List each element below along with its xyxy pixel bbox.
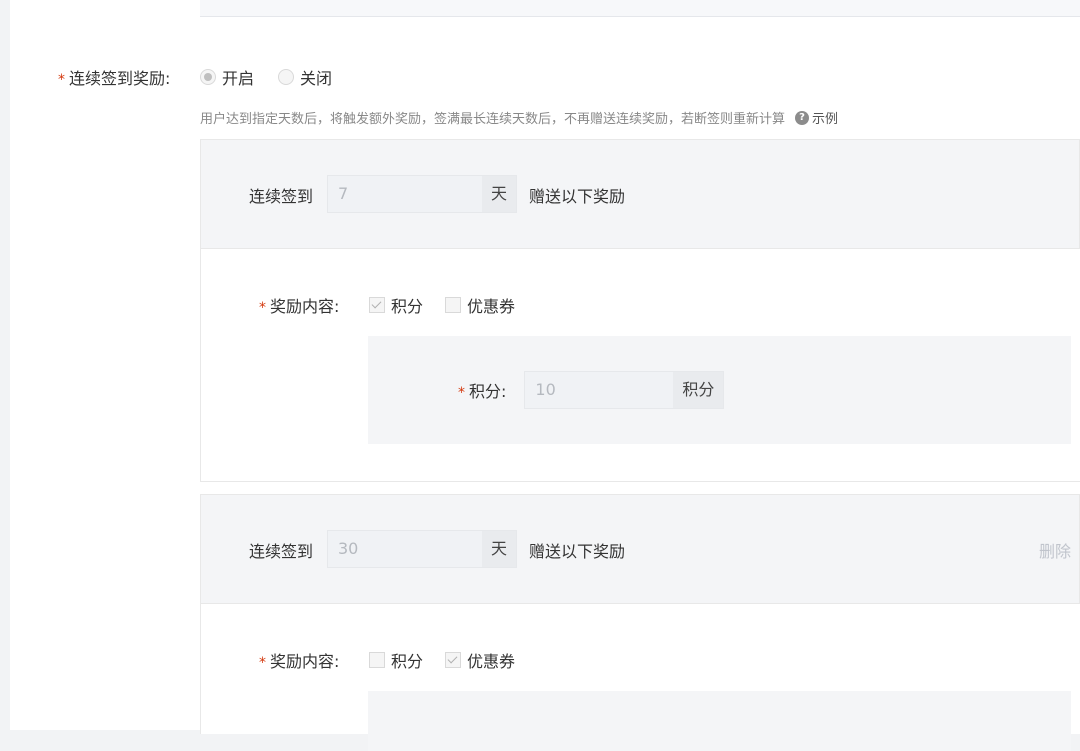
checkbox-points-box[interactable] [369,652,385,668]
required-mark: * [259,655,266,671]
radio-off[interactable]: 关闭 [278,65,332,89]
required-mark: * [259,300,266,316]
rule-prefix: 连续签到 [249,187,314,206]
checkbox-points[interactable]: 积分 [369,648,423,672]
delete-button[interactable]: 删除 [1039,538,1071,562]
radio-off-label: 关闭 [300,69,333,88]
rule-suffix: 赠送以下奖励 [529,187,626,206]
days-value[interactable]: 30 [328,531,482,567]
coupon-panel [368,691,1071,751]
days-value[interactable]: 7 [328,176,482,212]
rule-header-1: 连续签到 7 天 赠送以下奖励 [200,139,1080,249]
checkbox-coupon-box[interactable] [445,652,462,668]
radio-on[interactable]: 开启 [200,65,254,89]
radio-on-label: 开启 [222,69,255,88]
reward-box-2: * 奖励内容: 积分 优惠券 [200,604,1080,751]
checkbox-coupon[interactable]: 优惠券 [445,293,515,317]
days-input[interactable]: 7 天 [327,175,517,213]
question-icon[interactable]: ? [795,110,810,125]
days-unit: 天 [482,531,516,567]
checkbox-points[interactable]: 积分 [369,293,423,317]
radio-off-circle[interactable] [278,69,295,85]
points-panel: * 积分: 10 积分 [368,336,1071,444]
rule-header-2: 连续签到 30 天 赠送以下奖励 删除 [200,494,1080,604]
top-divider [200,0,1080,17]
points-unit: 积分 [673,372,724,408]
example-link[interactable]: 示例 [812,108,838,127]
reward-box-1: * 奖励内容: 积分 优惠券 * 积分: 10 积分 [200,249,1080,482]
required-mark: * [458,385,465,401]
checkbox-points-box[interactable] [369,297,385,313]
days-input[interactable]: 30 天 [327,530,517,568]
rule-suffix: 赠送以下奖励 [529,542,626,561]
checkbox-coupon-box[interactable] [445,297,462,313]
settings-page: * 连续签到奖励: 开启 关闭 用户达到指定天数后，将触发额外奖励，签满最长连续天… [10,0,1080,751]
rule-prefix: 连续签到 [249,542,314,561]
radio-on-circle[interactable] [200,69,216,85]
hint-text: 用户达到指定天数后，将触发额外奖励，签满最长连续天数后，不再赠送连续奖励，若断签… [200,108,838,127]
points-value[interactable]: 10 [525,372,674,408]
continuous-reward-toggle: 开启 关闭 [200,65,332,89]
checkbox-coupon[interactable]: 优惠券 [445,648,515,672]
required-mark: * [58,72,65,88]
reward-content-row: * 奖励内容: 积分 优惠券 [259,293,537,317]
points-input[interactable]: 10 积分 [524,371,725,409]
continuous-reward-label: * 连续签到奖励: [58,69,171,88]
points-row: * 积分: 10 积分 [458,371,725,409]
reward-content-row: * 奖励内容: 积分 优惠券 [259,648,537,672]
days-unit: 天 [482,176,516,212]
